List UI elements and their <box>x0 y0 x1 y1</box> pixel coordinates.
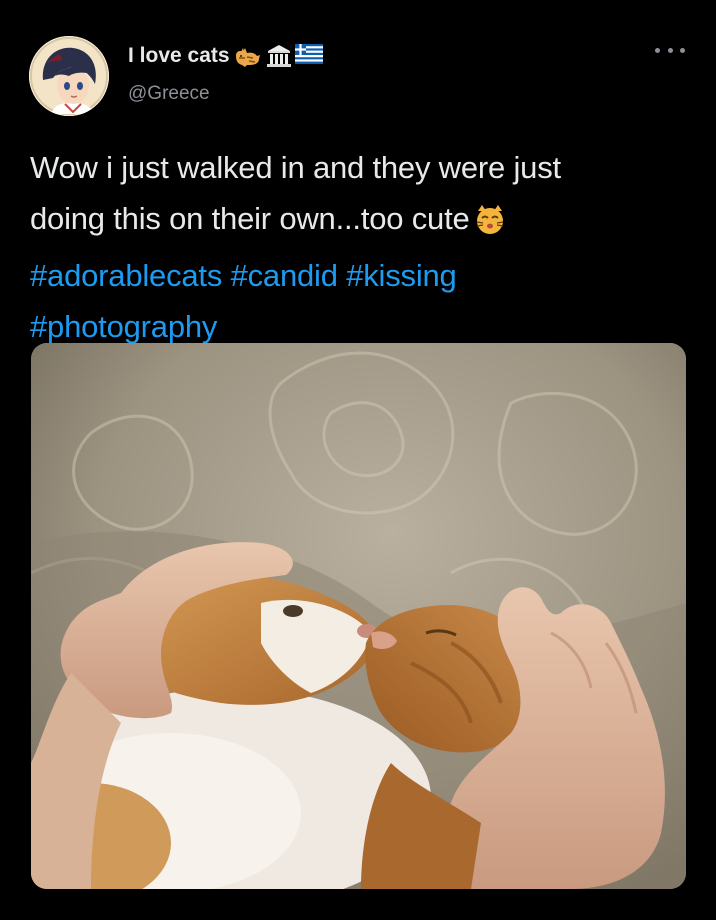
more-options-icon[interactable] <box>655 40 685 60</box>
greek-flag-icon <box>294 44 323 68</box>
cat-emoji-icon <box>233 44 263 68</box>
hashtag-photography[interactable]: #photography <box>30 309 217 344</box>
hashtag-adorablecats[interactable]: #adorablecats <box>30 258 222 293</box>
hashtag-kissing[interactable]: #kissing <box>346 258 457 293</box>
avatar[interactable] <box>29 36 109 116</box>
hashtag-candid[interactable]: #candid <box>231 258 338 293</box>
tweet-text-line-2-text: doing this on their own...too cute <box>30 201 470 236</box>
tweet-photo[interactable] <box>31 343 686 889</box>
hashtags-line-1: #adorablecats #candid #kissing <box>30 250 698 301</box>
tweet-text-line-1: Wow i just walked in and they were just <box>30 150 561 185</box>
classical-building-icon <box>266 44 292 68</box>
user-handle[interactable]: @Greece <box>128 83 210 105</box>
display-name-text: I love cats <box>128 44 230 67</box>
tweet-text: Wow i just walked in and they were just … <box>30 142 698 352</box>
edge-strip <box>704 0 716 920</box>
kissing-cat-icon <box>474 199 506 250</box>
tweet: I love cats @Greece Wow i just walked in… <box>0 0 716 920</box>
tweet-text-line-2: doing this on their own...too cute <box>30 193 698 250</box>
display-name[interactable]: I love cats <box>128 44 323 68</box>
